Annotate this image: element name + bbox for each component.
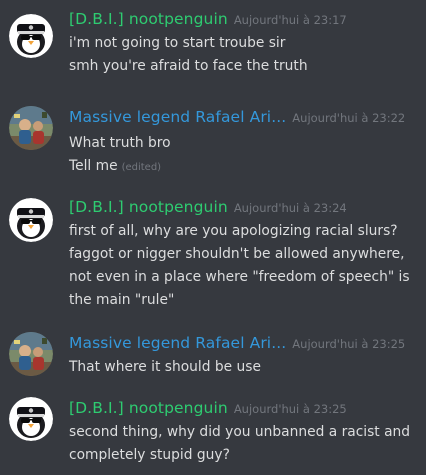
message-feed: [D.B.I.] nootpenguin Aujourd'hui à 23:17 … <box>0 0 426 475</box>
message-line: i'm not going to start troube sir <box>69 35 286 51</box>
author-name[interactable]: Massive legend Rafael Ari... <box>69 108 286 126</box>
author-name[interactable]: [D.B.I.] nootpenguin <box>69 399 228 417</box>
message-line: second thing, why did you unbanned a rac… <box>69 424 411 440</box>
message-content: That where it should be use <box>69 356 419 379</box>
edited-tag: (edited) <box>121 162 162 173</box>
message-line: Tell me (edited) <box>69 155 419 179</box>
message-content: first of all, why are you apologizing ra… <box>69 220 419 312</box>
message-line: completely stupid guy? <box>69 447 230 463</box>
author-name[interactable]: Massive legend Rafael Ari... <box>69 334 286 352</box>
message-header: [D.B.I.] nootpenguin Aujourd'hui à 23:25 <box>69 397 347 419</box>
message-header: [D.B.I.] nootpenguin Aujourd'hui à 23:17 <box>69 8 347 30</box>
message-timestamp[interactable]: Aujourd'hui à 23:25 <box>292 337 405 351</box>
message-content: second thing, why did you unbanned a rac… <box>69 421 419 467</box>
message-timestamp[interactable]: Aujourd'hui à 23:25 <box>234 402 347 416</box>
legend-user-avatar-icon[interactable] <box>9 106 53 150</box>
message-header: Massive legend Rafael Ari... Aujourd'hui … <box>69 106 405 128</box>
message-content: i'm not going to start troube sir smh yo… <box>69 32 419 78</box>
author-name[interactable]: [D.B.I.] nootpenguin <box>69 10 228 28</box>
message-line: That where it should be use <box>69 359 261 375</box>
author-name[interactable]: [D.B.I.] nootpenguin <box>69 198 228 216</box>
police-penguin-avatar-icon[interactable] <box>9 198 53 242</box>
message-line: faggot or nigger shouldn't be allowed an… <box>69 246 405 262</box>
message-timestamp[interactable]: Aujourd'hui à 23:24 <box>234 201 347 215</box>
message-timestamp[interactable]: Aujourd'hui à 23:22 <box>292 111 405 125</box>
message-line: first of all, why are you apologizing ra… <box>69 223 398 239</box>
message-line: not even in a place where "freedom of sp… <box>69 269 410 285</box>
message-content: What truth bro Tell me (edited) <box>69 132 419 179</box>
message-line: the main "rule" <box>69 292 175 308</box>
message-line: smh you're afraid to face the truth <box>69 58 308 74</box>
message-line-text: Tell me <box>69 158 118 174</box>
message-header: Massive legend Rafael Ari... Aujourd'hui … <box>69 332 405 354</box>
message-line: What truth bro <box>69 135 171 151</box>
legend-user-avatar-icon[interactable] <box>9 332 53 376</box>
message-timestamp[interactable]: Aujourd'hui à 23:17 <box>234 13 347 27</box>
message-header: [D.B.I.] nootpenguin Aujourd'hui à 23:24 <box>69 196 347 218</box>
police-penguin-avatar-icon[interactable] <box>9 397 53 441</box>
police-penguin-avatar-icon[interactable] <box>9 14 53 58</box>
